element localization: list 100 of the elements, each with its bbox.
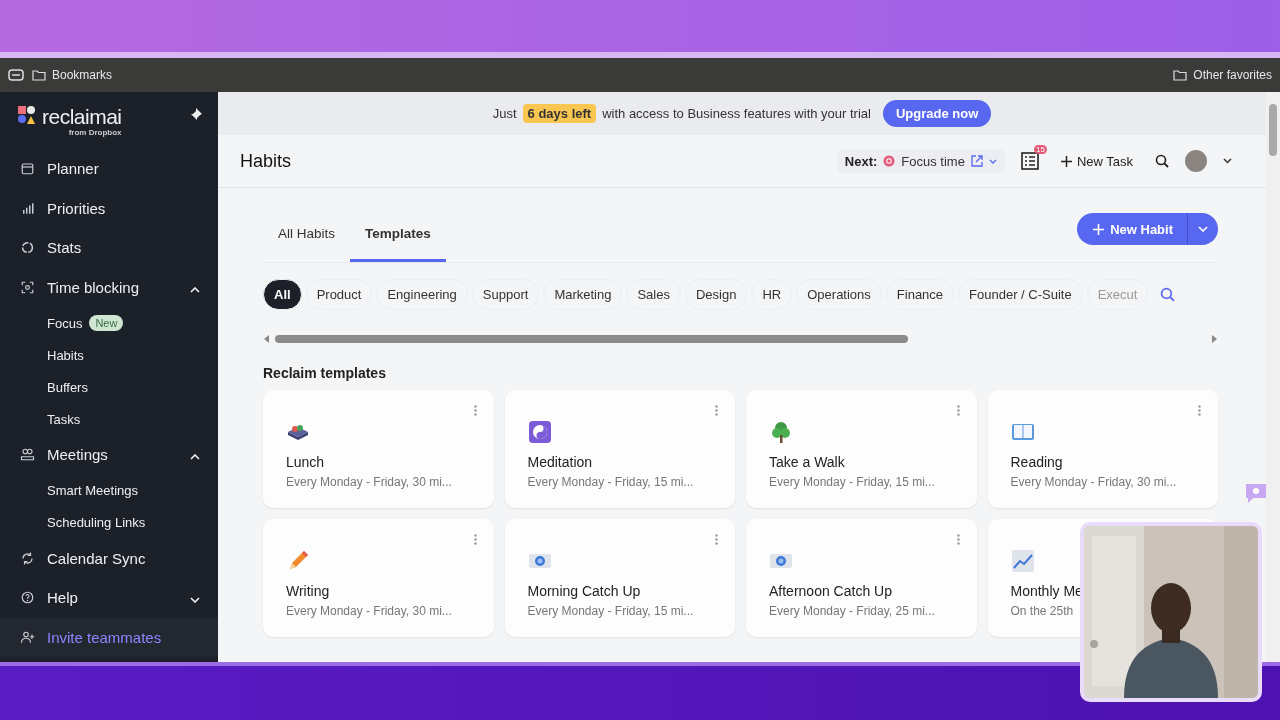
scroll-left-icon[interactable] [263, 335, 271, 343]
template-card[interactable]: Writing Every Monday - Friday, 30 mi... [263, 519, 494, 637]
sidebar-item-icon [20, 447, 35, 463]
more-icon[interactable] [956, 534, 960, 545]
external-link-icon [970, 155, 983, 167]
more-icon[interactable] [473, 405, 477, 416]
card-subtitle: Every Monday - Friday, 15 mi... [527, 475, 695, 489]
plus-icon [1060, 155, 1072, 167]
bookmarks-folder[interactable]: Bookmarks [32, 68, 113, 82]
card-subtitle: Every Monday - Friday, 30 mi... [1010, 475, 1178, 489]
habit-icon [1010, 549, 1035, 573]
filter-chip[interactable]: Support [471, 278, 540, 310]
scrollbar-thumb[interactable] [1269, 104, 1277, 156]
filter-chip[interactable]: Sales [626, 278, 681, 310]
sidebar-item-icon [20, 161, 35, 177]
card-title: Meditation [527, 454, 594, 470]
caret-icon [190, 454, 200, 461]
sidebar-subitem[interactable]: Smart Meetings [0, 474, 218, 507]
more-icon[interactable] [1198, 405, 1201, 416]
caret-icon [1198, 226, 1208, 232]
card-subtitle: Every Monday - Friday, 15 mi... [527, 604, 695, 618]
card-title: Afternoon Catch Up [769, 583, 893, 599]
sidebar-subitem[interactable]: Buffers [0, 371, 218, 403]
tab[interactable]: Templates [350, 226, 446, 262]
sidebar-subitem[interactable]: Scheduling Links [0, 506, 218, 539]
sidebar-item[interactable]: Planner [0, 149, 218, 189]
plus-icon [1093, 223, 1105, 235]
sidebar-item[interactable]: Help [0, 578, 218, 618]
filter-chip[interactable]: Design [685, 278, 748, 310]
sidebar-item-icon [20, 279, 35, 295]
avatar[interactable] [1185, 150, 1207, 172]
card-subtitle: Every Monday - Friday, 25 mi... [769, 604, 936, 618]
habit-icon [527, 420, 552, 444]
sidebar-item-icon [20, 590, 35, 606]
sidebar-item-icon [20, 550, 35, 566]
sidebar-subitem[interactable]: Tasks [0, 403, 218, 435]
other-favorites-folder[interactable]: Other favorites [1173, 68, 1272, 82]
sidebar-subitem[interactable]: Habits [0, 339, 218, 371]
logo-text: reclaimai [42, 106, 122, 128]
filter-chip[interactable]: Marketing [543, 278, 623, 310]
filter-chip[interactable]: Founder / C-Suite [958, 278, 1083, 310]
more-icon[interactable] [473, 534, 477, 545]
task-count-badge: 15 [1033, 145, 1047, 154]
trial-text: Just [492, 106, 517, 121]
pin-icon[interactable] [190, 108, 202, 120]
scroll-right-icon[interactable] [1210, 335, 1218, 343]
template-card[interactable]: Morning Catch Up Every Monday - Friday, 15 mi... [504, 519, 735, 637]
template-card[interactable]: Afternoon Catch Up Every Monday - Friday, 25 mi... [746, 519, 977, 637]
sidebar-item[interactable]: Priorities [0, 188, 218, 228]
sidebar-item[interactable]: Calendar Sync [0, 538, 218, 578]
template-card[interactable]: Reading Every Monday - Friday, 30 mi... [987, 390, 1218, 508]
filter-chip[interactable]: Engineering [376, 278, 468, 310]
more-icon[interactable] [715, 534, 718, 545]
page-title: Habits [240, 150, 292, 172]
new-task-button[interactable]: New Task [1054, 152, 1139, 170]
logo-subtitle: from Dropbox [68, 128, 122, 137]
card-title: Take a Walk [769, 454, 846, 470]
card-title: Reading [1010, 454, 1064, 470]
filter-chip[interactable]: All [263, 278, 302, 310]
habit-icon [769, 420, 793, 444]
card-title: Morning Catch Up [527, 583, 642, 599]
logo-icon [18, 106, 36, 124]
tab-actions-icon[interactable] [8, 69, 24, 81]
template-card[interactable]: Lunch Every Monday - Friday, 30 mi... [263, 390, 494, 508]
search-icon[interactable] [1155, 154, 1169, 168]
sidebar-item-icon [20, 629, 35, 645]
upgrade-button[interactable]: Upgrade now [882, 100, 992, 127]
filter-chip[interactable]: Product [305, 278, 373, 310]
caret-icon [190, 286, 200, 293]
card-subtitle: Every Monday - Friday, 30 mi... [286, 604, 453, 618]
target-icon [883, 155, 896, 167]
filter-chip[interactable]: Finance [885, 278, 955, 310]
filter-chip[interactable]: HR [751, 278, 793, 310]
days-left-badge: 6 days left [522, 104, 597, 123]
sidebar-subitem[interactable]: Focus New [0, 307, 218, 339]
new-badge: New [89, 315, 124, 331]
chat-icon[interactable] [1244, 482, 1268, 504]
sidebar-item[interactable]: Stats [0, 228, 218, 268]
tab[interactable]: All Habits [263, 226, 351, 262]
filter-chip[interactable]: Operations [796, 278, 882, 310]
template-card[interactable]: Take a Walk Every Monday - Friday, 15 mi... [746, 390, 977, 508]
sidebar-item[interactable]: Meetings [0, 435, 218, 475]
task-list-button[interactable]: 15 [1020, 144, 1047, 170]
section-title: Reclaim templates [263, 365, 387, 381]
more-icon[interactable] [956, 405, 960, 416]
caret-icon [988, 158, 997, 164]
card-subtitle: Every Monday - Friday, 30 mi... [286, 475, 453, 489]
scrollbar-thumb[interactable] [275, 335, 909, 343]
card-subtitle: On the 25th [1010, 604, 1075, 618]
sidebar-item[interactable]: Time blocking [0, 267, 218, 307]
more-icon[interactable] [715, 405, 718, 416]
trial-text: with access to Business features with your trial [602, 106, 871, 121]
next-event-chip[interactable]: Next: Focus time [836, 148, 1005, 174]
folder-icon [1173, 69, 1188, 81]
caret-icon [190, 597, 200, 604]
template-card[interactable]: Meditation Every Monday - Friday, 15 mi... [504, 390, 735, 508]
sidebar-item-icon [20, 240, 35, 256]
sidebar-item-icon [20, 200, 35, 216]
card-title: Writing [286, 583, 331, 599]
caret-icon[interactable] [1223, 158, 1232, 164]
